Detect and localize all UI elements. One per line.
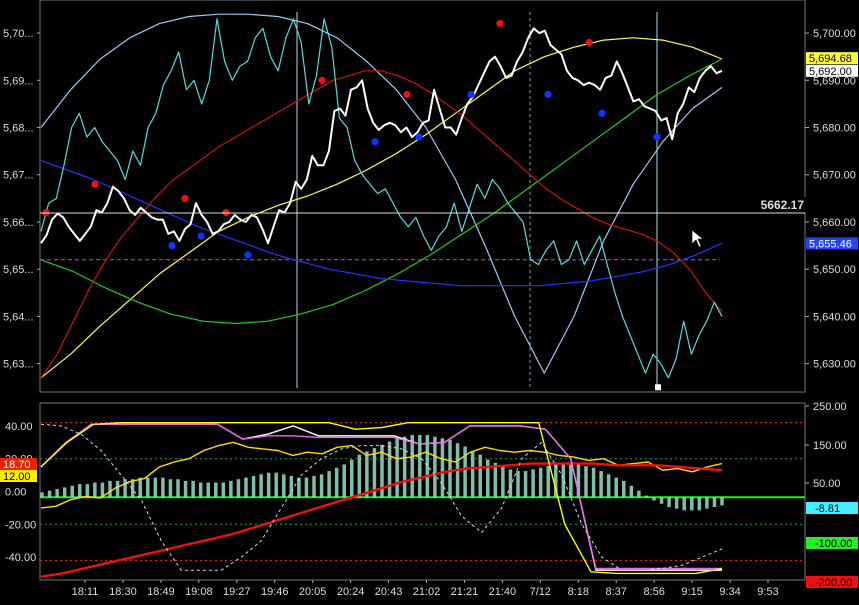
osc-left-axis-label: -40.00 <box>5 552 36 564</box>
oscillator-panel[interactable]: 40.0020.000.00-20.00-40.00250.00150.0050… <box>0 401 858 589</box>
chart-canvas[interactable]: 5,700.005,690.005,680.005,670.005,660.00… <box>0 0 859 600</box>
osc-right-tag-label: -200.00 <box>815 577 852 589</box>
osc-left-tag-label: 12.00 <box>3 471 31 483</box>
time-axis-label: 18:30 <box>109 586 137 598</box>
osc-right-tag-label: -100.00 <box>815 538 852 550</box>
right-axis-label: 5,650.00 <box>813 264 856 276</box>
left-axis-label: 5,68... <box>3 123 34 135</box>
time-axis-label: 20:05 <box>299 586 327 598</box>
red-signal-dot <box>496 20 504 28</box>
price-value-tag-label: 5,694.68 <box>809 53 852 65</box>
time-axis-label: 18:49 <box>147 586 175 598</box>
time-axis-label: 21:40 <box>489 586 517 598</box>
red-signal-dot <box>181 194 189 202</box>
time-axis-label: 18:11 <box>72 586 99 598</box>
blue-signal-dot <box>415 133 423 141</box>
trading-chart: 5,700.00 5,690.00 5,680.00 5,670.00 5,660.00… <box>0 0 859 600</box>
time-axis: 18:11 18:30 18:49 19:08 19:27 19:46 20:05 20:24… <box>72 580 779 598</box>
time-axis-label: 8:56 <box>643 586 664 598</box>
osc-right-tag-label: -8.81 <box>815 503 840 515</box>
right-axis-label: 5,660.00 <box>813 217 856 229</box>
price-value-tag-label: 5,655.46 <box>809 238 852 250</box>
right-axis-label: 5,700.00 <box>813 28 856 40</box>
low-marker <box>655 384 661 391</box>
right-axis-label: 5,670.00 <box>813 170 856 182</box>
blue-signal-dot <box>197 232 205 240</box>
time-axis-label: 9:15 <box>681 586 702 598</box>
time-axis-label: 20:24 <box>337 586 365 598</box>
osc-right-axis-label: 250.00 <box>813 401 847 413</box>
right-axis-label: 5,640.00 <box>813 311 856 323</box>
red-signal-dot <box>585 38 593 47</box>
osc-right-axis-label: 150.00 <box>813 440 847 452</box>
blue-signal-dot <box>544 90 552 99</box>
blue-signal-dot <box>244 251 252 259</box>
osc-right-axis-label: 50.00 <box>813 478 841 490</box>
osc-left-axis-label: -20.00 <box>5 519 36 531</box>
red-signal-dot <box>318 76 326 84</box>
time-axis-label: 20:43 <box>375 586 403 598</box>
right-axis-label: 5,630.00 <box>813 359 856 371</box>
left-axis-label: 5,70... <box>3 28 34 40</box>
time-axis-label: 19:46 <box>261 586 289 598</box>
time-axis-label: 9:34 <box>719 586 740 598</box>
left-axis-label: 5,64... <box>3 311 34 323</box>
time-axis-label: 8:18 <box>568 586 589 598</box>
time-axis-label: 21:02 <box>413 586 441 598</box>
time-axis-label: 19:27 <box>223 586 251 598</box>
blue-signal-dot <box>467 90 475 99</box>
left-axis-label: 5,63... <box>3 359 34 371</box>
price-value-tag-label: 5,692.00 <box>809 66 852 78</box>
time-axis-label: 19:08 <box>185 586 213 598</box>
left-axis-label: 5,69... <box>3 75 34 87</box>
time-axis-label: 9:53 <box>757 586 778 598</box>
osc-left-axis-label: 40.00 <box>5 421 33 433</box>
left-axis-label: 5,65... <box>3 264 34 276</box>
right-axis-label: 5,680.00 <box>813 123 856 135</box>
price-plot-frame <box>39 0 806 393</box>
red-signal-dot <box>91 180 99 188</box>
time-axis-label: 8:37 <box>606 586 627 598</box>
osc-left-axis-label: 0.00 <box>5 487 26 499</box>
blue-signal-dot <box>168 241 176 250</box>
left-axis-label: 5,67... <box>3 170 34 182</box>
blue-signal-dot <box>371 138 379 146</box>
left-axis-label: 5,66... <box>3 217 34 229</box>
osc-left-tag-label: 18.70 <box>3 459 31 471</box>
time-axis-label: 7/12 <box>530 586 551 598</box>
crosshair-value: 5662.17 <box>761 198 805 212</box>
blue-signal-dot <box>653 133 661 141</box>
red-signal-dot <box>403 90 411 99</box>
price-panel[interactable]: 5,700.005,690.005,680.005,670.005,660.00… <box>3 0 858 393</box>
time-axis-label: 21:21 <box>451 586 479 598</box>
blue-signal-dot <box>598 109 606 117</box>
